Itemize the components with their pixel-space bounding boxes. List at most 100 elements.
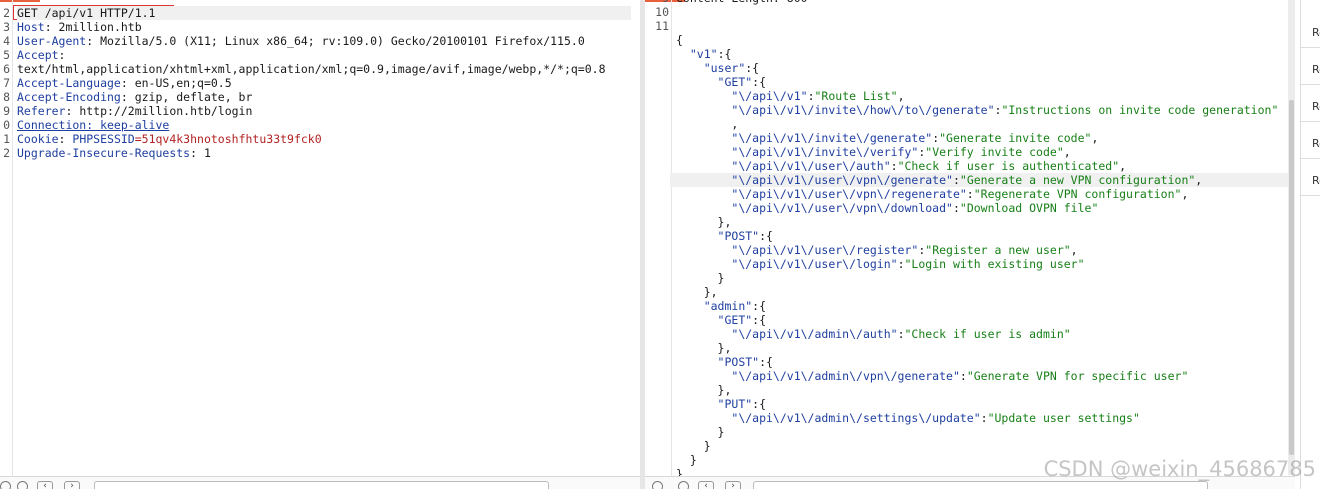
response-token: "v1" (689, 47, 718, 61)
response-line[interactable] (676, 5, 1291, 19)
response-line[interactable]: }, (676, 383, 1291, 397)
response-line[interactable]: "user":{ (676, 61, 1291, 75)
response-line[interactable]: "\/api\/v1\/invite\/generate":"Generate … (676, 131, 1291, 145)
response-line[interactable]: } (676, 425, 1291, 439)
response-token (676, 313, 718, 327)
response-editor[interactable]: Content-Length: 800{ "v1":{ "user":{ "GE… (670, 0, 1291, 481)
request-line-number: 2 (3, 146, 10, 160)
request-line[interactable]: Upgrade-Insecure-Requests: 1 (17, 146, 631, 160)
response-token: : (980, 411, 988, 425)
response-line[interactable]: "GET":{ (676, 313, 1291, 327)
response-line[interactable]: "\/api\/v1\/user\/vpn\/generate":"Genera… (670, 173, 1291, 187)
request-line[interactable]: User-Agent: Mozilla/5.0 (X11; Linux x86_… (17, 34, 631, 48)
response-token: }, (676, 285, 718, 299)
response-token: :{ (759, 229, 773, 243)
response-line[interactable]: "GET":{ (676, 75, 1291, 89)
side-panel-item[interactable]: Re (1301, 92, 1320, 122)
help-icon[interactable] (0, 481, 11, 489)
request-line-number: 3 (3, 20, 10, 34)
request-line[interactable]: Accept-Encoding: gzip, deflate, br (17, 90, 631, 104)
response-line[interactable]: }, (676, 285, 1291, 299)
response-line[interactable]: "\/api\/v1\/user\/register":"Register a … (676, 243, 1291, 257)
next-button[interactable]: › (725, 481, 741, 489)
response-line[interactable]: "\/api\/v1":"Route List", (676, 89, 1291, 103)
response-token: "Download OVPN file" (959, 201, 1099, 215)
response-token (676, 131, 731, 145)
request-line-number: 7 (3, 76, 10, 90)
request-line[interactable]: Referer: http://2million.htb/login (17, 104, 631, 118)
response-line[interactable]: "PUT":{ (676, 397, 1291, 411)
response-token: "GET" (717, 313, 753, 327)
response-line[interactable]: { (676, 33, 1291, 47)
response-line[interactable]: "admin":{ (676, 299, 1291, 313)
response-line[interactable] (676, 19, 1291, 33)
response-token (676, 243, 731, 257)
response-token: }, (676, 383, 732, 397)
response-token: "Generate VPN for specific user" (966, 369, 1189, 383)
response-line[interactable]: "\/api\/v1\/user\/login":"Login with exi… (676, 257, 1291, 271)
response-token: "Instructions on invite code generation" (1001, 103, 1279, 117)
response-line[interactable]: "\/api\/v1\/admin\/vpn\/generate":"Gener… (676, 369, 1291, 383)
next-button[interactable]: › (64, 481, 80, 489)
request-token: Upgrade-Insecure-Requests (17, 146, 191, 160)
inspector-side-panel: Re Re Re Re Re (1300, 0, 1320, 489)
previous-button[interactable]: ‹ (37, 481, 53, 489)
gear-icon[interactable] (678, 481, 689, 489)
request-line[interactable]: Cookie: PHPSESSID=51qv4k3hnotoshfhtu33t9… (17, 132, 631, 146)
side-panel-item[interactable]: Re (1301, 55, 1320, 85)
response-line[interactable]: }, (676, 215, 1291, 229)
response-token: "Register a new user" (925, 243, 1071, 257)
response-line[interactable]: "\/api\/v1\/user\/vpn\/regenerate":"Rege… (676, 187, 1291, 201)
request-line[interactable]: Accept-Language: en-US,en;q=0.5 (17, 76, 631, 90)
response-token: : (897, 327, 905, 341)
response-line[interactable]: "\/api\/v1\/invite\/how\/to\/generate":"… (676, 103, 1291, 117)
side-panel-item[interactable]: Re (1301, 18, 1320, 48)
response-token: "Check if user is authenticated" (897, 159, 1120, 173)
response-token: , (1091, 131, 1099, 145)
response-token: "Login with existing user" (904, 257, 1085, 271)
response-line[interactable]: "v1":{ (676, 47, 1291, 61)
gear-icon[interactable] (17, 481, 28, 489)
request-line[interactable]: text/html,application/xhtml+xml,applicat… (17, 62, 631, 76)
help-icon[interactable] (652, 481, 663, 489)
response-line[interactable]: "\/api\/v1\/user\/auth":"Check if user i… (676, 159, 1291, 173)
request-line[interactable]: Host: 2million.htb (17, 20, 631, 34)
response-line[interactable]: "POST":{ (676, 229, 1291, 243)
response-token: { (676, 33, 683, 47)
request-line[interactable]: GET /api/v1 HTTP/1.1 (17, 6, 631, 20)
response-line[interactable]: }, (676, 341, 1291, 355)
response-token: "Generate invite code" (939, 131, 1092, 145)
response-line[interactable]: } (676, 271, 1291, 285)
response-line[interactable]: "\/api\/v1\/invite\/verify":"Verify invi… (676, 145, 1291, 159)
previous-button[interactable]: ‹ (698, 481, 714, 489)
response-line[interactable]: "\/api\/v1\/user\/vpn\/download":"Downlo… (676, 201, 1291, 215)
response-token (676, 173, 731, 187)
side-panel-item[interactable]: Re (1301, 129, 1320, 159)
request-line[interactable]: Accept: (17, 48, 631, 62)
response-line[interactable]: "POST":{ (676, 355, 1291, 369)
request-line-number: 6 (3, 62, 10, 76)
response-token: :{ (759, 355, 773, 369)
response-token: : (897, 257, 905, 271)
side-panel-item[interactable]: Re (1301, 166, 1320, 196)
request-line[interactable]: Connection: keep-alive (17, 118, 631, 132)
response-search-input[interactable] (753, 481, 1208, 489)
request-search-input[interactable] (94, 481, 549, 489)
response-scrollbar[interactable] (1288, 0, 1295, 475)
response-line[interactable]: "\/api\/v1\/admin\/settings\/update":"Up… (676, 411, 1291, 425)
request-editor[interactable]: GET /api/v1 HTTP/1.1 Host: 2million.htb Us… (17, 6, 631, 160)
request-token: Referer (17, 104, 66, 118)
response-token: "\/api\/v1\/user\/vpn\/regenerate" (731, 187, 967, 201)
response-token: "Check if user is admin" (904, 327, 1071, 341)
response-scrollbar-thumb[interactable] (1289, 100, 1294, 455)
response-token: "GET" (717, 75, 753, 89)
response-token (676, 369, 731, 383)
response-token: "\/api\/v1\/user\/login" (731, 257, 898, 271)
response-line[interactable]: } (676, 439, 1291, 453)
response-token: "\/api\/v1\/admin\/vpn\/generate" (731, 369, 960, 383)
response-line[interactable]: "\/api\/v1\/admin\/auth":"Check if user … (676, 327, 1291, 341)
request-line-number: 9 (3, 104, 10, 118)
request-token: : 2million.htb (44, 20, 142, 34)
response-line[interactable]: , (676, 117, 1291, 131)
response-token (676, 159, 731, 173)
